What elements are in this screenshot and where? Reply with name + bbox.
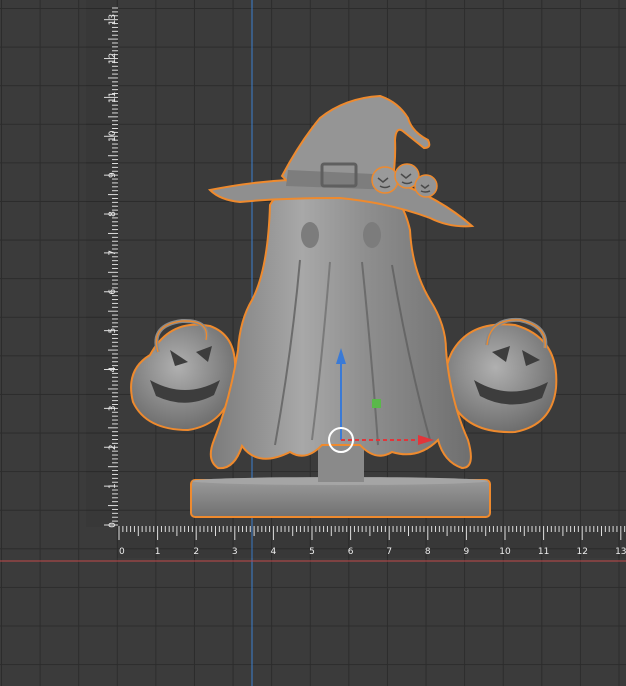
horizontal-ruler-label: 13	[615, 547, 626, 557]
viewport-canvas[interactable]: 0 1 2 3 4 5 6 7 8 9 10 11 12 13 0 1 2 3 4 5 6 7 8 9 10 11 12 13	[0, 0, 626, 686]
horizontal-ruler: 0 1 2 3 4 5 6 7 8 9 10 11 12 13	[117, 526, 626, 558]
horizontal-ruler-label: 12	[576, 547, 587, 557]
horizontal-ruler-label: 8	[425, 547, 431, 557]
horizontal-ruler-label: 0	[119, 547, 125, 557]
horizontal-ruler-label: 10	[499, 547, 511, 557]
horizontal-ruler-label: 9	[464, 547, 470, 557]
horizontal-ruler-label: 4	[271, 547, 277, 557]
horizontal-ruler-label: 5	[309, 547, 315, 557]
horizontal-ruler-label: 1	[155, 547, 161, 557]
horizontal-ruler-label: 3	[232, 547, 238, 557]
horizontal-ruler-label: 6	[348, 547, 354, 557]
horizontal-ruler-label: 11	[538, 547, 549, 557]
horizontal-ruler-label: 7	[386, 547, 392, 557]
horizontal-ruler-label: 2	[193, 547, 199, 557]
